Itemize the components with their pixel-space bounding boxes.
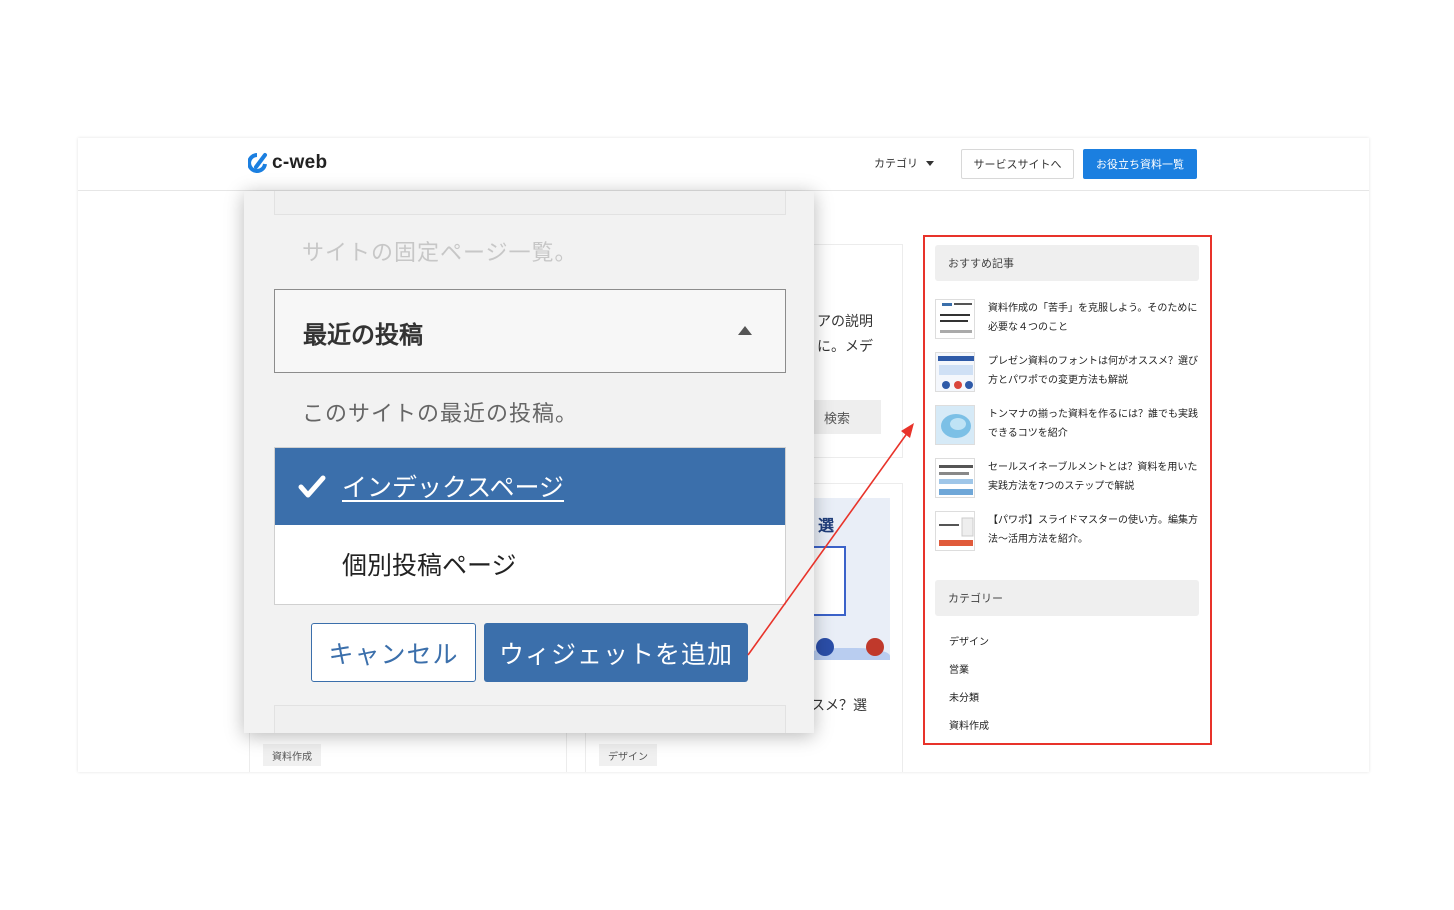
category-heading: カテゴリー — [935, 580, 1199, 616]
post-thumbnail — [935, 458, 975, 498]
nav-category-dropdown[interactable]: カテゴリ — [874, 155, 934, 171]
caret-up-icon — [738, 326, 752, 335]
category-link[interactable]: 営業 — [949, 661, 969, 676]
sidebar-post-item[interactable]: トンマナの揃った資料を作るには？誰でも実践できるコツを紹介 — [935, 405, 1201, 445]
sidebar-post-item[interactable]: セールスイネーブルメントとは？資料を用いた実践方法を7つのステップで解説 — [935, 458, 1201, 498]
service-site-button[interactable]: サービスサイトへ — [961, 149, 1074, 179]
bg-description-line-2: に。メデ — [817, 339, 873, 355]
widget-type-label: 最近の投稿 — [303, 321, 423, 349]
bg-tag-left[interactable]: 資料作成 — [263, 744, 321, 766]
site-logo[interactable]: c-web — [247, 152, 328, 174]
bg-thumbnail-title: 選 — [818, 516, 835, 535]
post-thumbnail — [935, 405, 975, 445]
post-title: プレゼン資料のフォントは何がオススメ？選び方とパワポでの変更方法も解説 — [988, 356, 1198, 386]
sidebar-post-item[interactable]: 資料作成の「苦手」を克服しよう。そのために必要な４つのこと — [935, 299, 1201, 339]
resources-list-button[interactable]: お役立ち資料一覧 — [1083, 149, 1197, 179]
site-header: c-web カテゴリ サービスサイトへ お役立ち資料一覧 — [78, 138, 1369, 191]
dialog-top-panel — [274, 191, 786, 215]
post-thumbnail — [935, 352, 975, 392]
bg-thumbnail-bubble — [816, 638, 834, 656]
post-title: 資料作成の「苦手」を克服しよう。そのために必要な４つのこと — [988, 303, 1198, 333]
caret-down-icon — [926, 160, 934, 166]
post-thumbnail — [935, 299, 975, 339]
category-link[interactable]: 未分類 — [949, 689, 979, 704]
category-link[interactable]: デザイン — [949, 633, 989, 648]
previous-widget-description: サイトの固定ページ一覧。 — [302, 241, 578, 266]
bg-article-thumbnail: 選 — [806, 498, 890, 660]
recommended-heading: おすすめ記事 — [935, 245, 1199, 281]
option-index-page[interactable]: インデックスページ — [275, 448, 785, 525]
add-widget-dialog: サイトの固定ページ一覧。 最近の投稿 このサイトの最近の投稿。 インデックスペー… — [244, 191, 814, 733]
dialog-bottom-panel — [274, 705, 786, 733]
bg-card-caption: スメ？選 — [811, 698, 867, 714]
option-single-post-page[interactable]: 個別投稿ページ — [342, 546, 517, 582]
add-widget-button[interactable]: ウィジェットを追加 — [484, 623, 748, 682]
widget-type-select[interactable]: 最近の投稿 — [274, 289, 786, 373]
bg-thumbnail-bubble — [866, 638, 884, 656]
post-thumbnail — [935, 511, 975, 551]
category-link[interactable]: 資料作成 — [949, 717, 989, 732]
sidebar-post-item[interactable]: 【パワポ】スライドマスターの使い方。編集方法〜活用方法を紹介。 — [935, 511, 1201, 551]
post-title: トンマナの揃った資料を作るには？誰でも実践できるコツを紹介 — [988, 409, 1198, 439]
cancel-button[interactable]: キャンセル — [311, 623, 476, 682]
option-index-page-label: インデックスページ — [342, 473, 565, 502]
widget-description: このサイトの最近の投稿。 — [302, 402, 579, 427]
checkmark-icon — [297, 472, 327, 502]
logo-mark-icon — [247, 152, 268, 174]
widget-area-list: インデックスページ 個別投稿ページ — [274, 447, 786, 605]
bg-tag-right[interactable]: デザイン — [599, 744, 657, 766]
nav-category-label: カテゴリ — [874, 157, 918, 170]
post-title: セールスイネーブルメントとは？資料を用いた実践方法を7つのステップで解説 — [988, 462, 1198, 492]
sidebar-post-item[interactable]: プレゼン資料のフォントは何がオススメ？選び方とパワポでの変更方法も解説 — [935, 352, 1201, 392]
post-title: 【パワポ】スライドマスターの使い方。編集方法〜活用方法を紹介。 — [988, 515, 1198, 545]
bg-description-line-1: アの説明 — [817, 314, 873, 330]
sidebar-widget-area: おすすめ記事 資料作成の「苦手」を克服しよう。そのために必要な４つのこと プレゼ… — [923, 235, 1212, 745]
logo-text: c-web — [272, 152, 328, 173]
